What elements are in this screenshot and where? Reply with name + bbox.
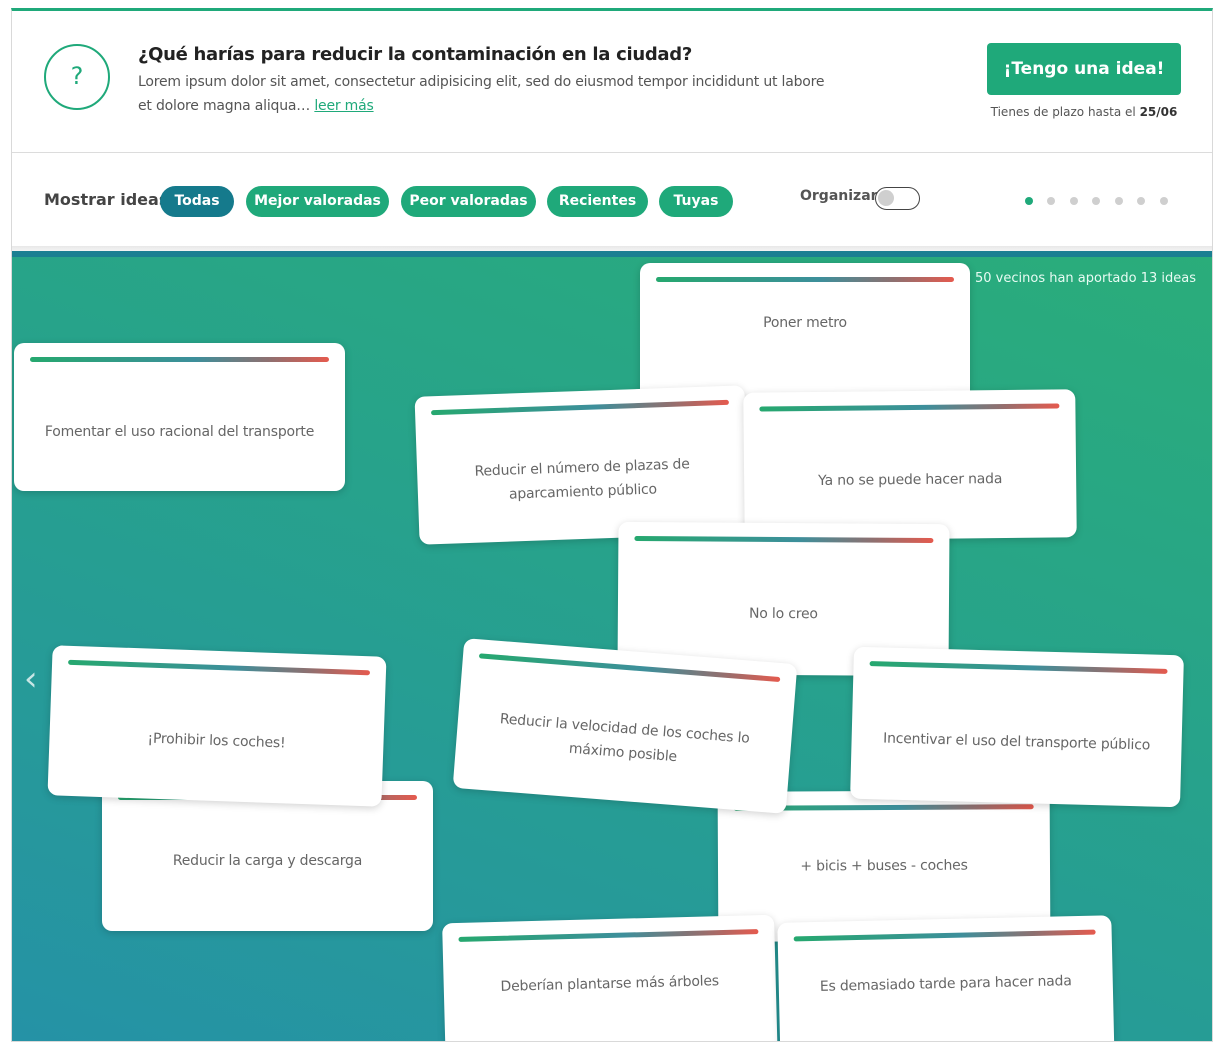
filter-bar: Mostrar ideas Todas Mejor valoradas Peor… — [12, 154, 1212, 246]
filter-chip-tuyas[interactable]: Tuyas — [659, 186, 733, 217]
rating-bar — [656, 277, 954, 282]
idea-card[interactable]: Reducir la velocidad de los coches lo má… — [452, 638, 798, 814]
filter-chip-recientes[interactable]: Recientes — [547, 186, 648, 217]
rating-bar — [869, 661, 1168, 674]
ideas-summary: 50 vecinos han aportado 13 ideas — [975, 271, 1196, 286]
filter-chip-mejor-valoradas[interactable]: Mejor valoradas — [246, 186, 389, 217]
deadline-text: Tienes de plazo hasta el 25/06 — [972, 105, 1196, 119]
next-arrow-icon[interactable]: › — [1168, 659, 1182, 699]
rating-bar — [634, 535, 934, 544]
board-top-border — [12, 251, 1212, 257]
idea-card[interactable]: Reducir la carga y descarga — [102, 781, 433, 931]
challenge-header: ? ¿Qué harías para reducir la contaminac… — [12, 11, 1212, 153]
idea-card[interactable]: Incentivar el uso del transporte público — [850, 646, 1184, 808]
idea-card[interactable]: Es demasiado tarde para hacer nada — [777, 915, 1115, 1041]
idea-text: Ya no se puede hacer nada — [818, 471, 1003, 489]
filter-chip-peor-valoradas[interactable]: Peor valoradas — [401, 186, 536, 217]
idea-text: + bicis + buses - coches — [800, 857, 968, 875]
new-idea-button[interactable]: ¡Tengo una idea! — [987, 43, 1181, 95]
organize-label: Organizar — [800, 188, 878, 204]
page-dot[interactable] — [1070, 197, 1078, 205]
toggle-knob — [878, 190, 894, 206]
description-text: Lorem ipsum dolor sit amet, consectetur … — [138, 74, 825, 114]
challenge-title: ¿Qué harías para reducir la contaminació… — [138, 44, 692, 65]
idea-text: Reducir la carga y descarga — [172, 853, 363, 869]
page-dot[interactable] — [1092, 197, 1100, 205]
page-dot[interactable] — [1115, 197, 1123, 205]
page-dot[interactable] — [1137, 197, 1145, 205]
question-mark-icon: ? — [44, 44, 110, 110]
idea-card[interactable]: Deberían plantarse más árboles — [442, 914, 778, 1041]
idea-text: Deberían plantarse más árboles — [500, 973, 720, 995]
rating-bar — [793, 929, 1096, 942]
app-frame: ? ¿Qué harías para reducir la contaminac… — [11, 8, 1213, 1042]
idea-card[interactable]: ¡Prohibir los coches! — [47, 645, 387, 807]
page-dot[interactable] — [1047, 197, 1055, 205]
idea-text: Fomentar el uso racional del transporte — [44, 424, 315, 440]
filter-label: Mostrar ideas — [44, 190, 169, 209]
challenge-description: Lorem ipsum dolor sit amet, consectetur … — [138, 70, 838, 118]
read-more-link[interactable]: leer más — [314, 98, 373, 114]
idea-text: Es demasiado tarde para hacer nada — [819, 973, 1072, 995]
rating-bar — [430, 399, 729, 416]
rating-bar — [30, 357, 329, 362]
idea-text: ¡Prohibir los coches! — [147, 730, 286, 752]
rating-bar — [458, 929, 759, 942]
rating-bar — [68, 659, 371, 676]
idea-text: Incentivar el uso del transporte público — [882, 730, 1151, 754]
deadline-date: 25/06 — [1139, 105, 1178, 119]
idea-text: Reducir el número de plazas de aparcamie… — [474, 456, 690, 503]
idea-card[interactable]: Fomentar el uso racional del transporte — [14, 343, 345, 491]
page-dot[interactable] — [1160, 197, 1168, 205]
idea-card[interactable]: Reducir el número de plazas de aparcamie… — [414, 385, 750, 545]
organize-toggle[interactable] — [875, 187, 920, 210]
page-dot[interactable] — [1025, 197, 1033, 205]
prev-arrow-icon[interactable]: ‹ — [24, 659, 38, 699]
idea-card[interactable]: Ya no se puede hacer nada — [743, 389, 1077, 541]
filter-chip-todas[interactable]: Todas — [160, 186, 234, 217]
idea-text: Reducir la velocidad de los coches lo má… — [499, 711, 751, 766]
rating-bar — [759, 403, 1060, 412]
ideas-board: Poner metro Fomentar el uso racional del… — [12, 251, 1212, 1041]
deadline-prefix: Tienes de plazo hasta el — [990, 105, 1136, 119]
idea-text: Poner metro — [763, 315, 847, 331]
